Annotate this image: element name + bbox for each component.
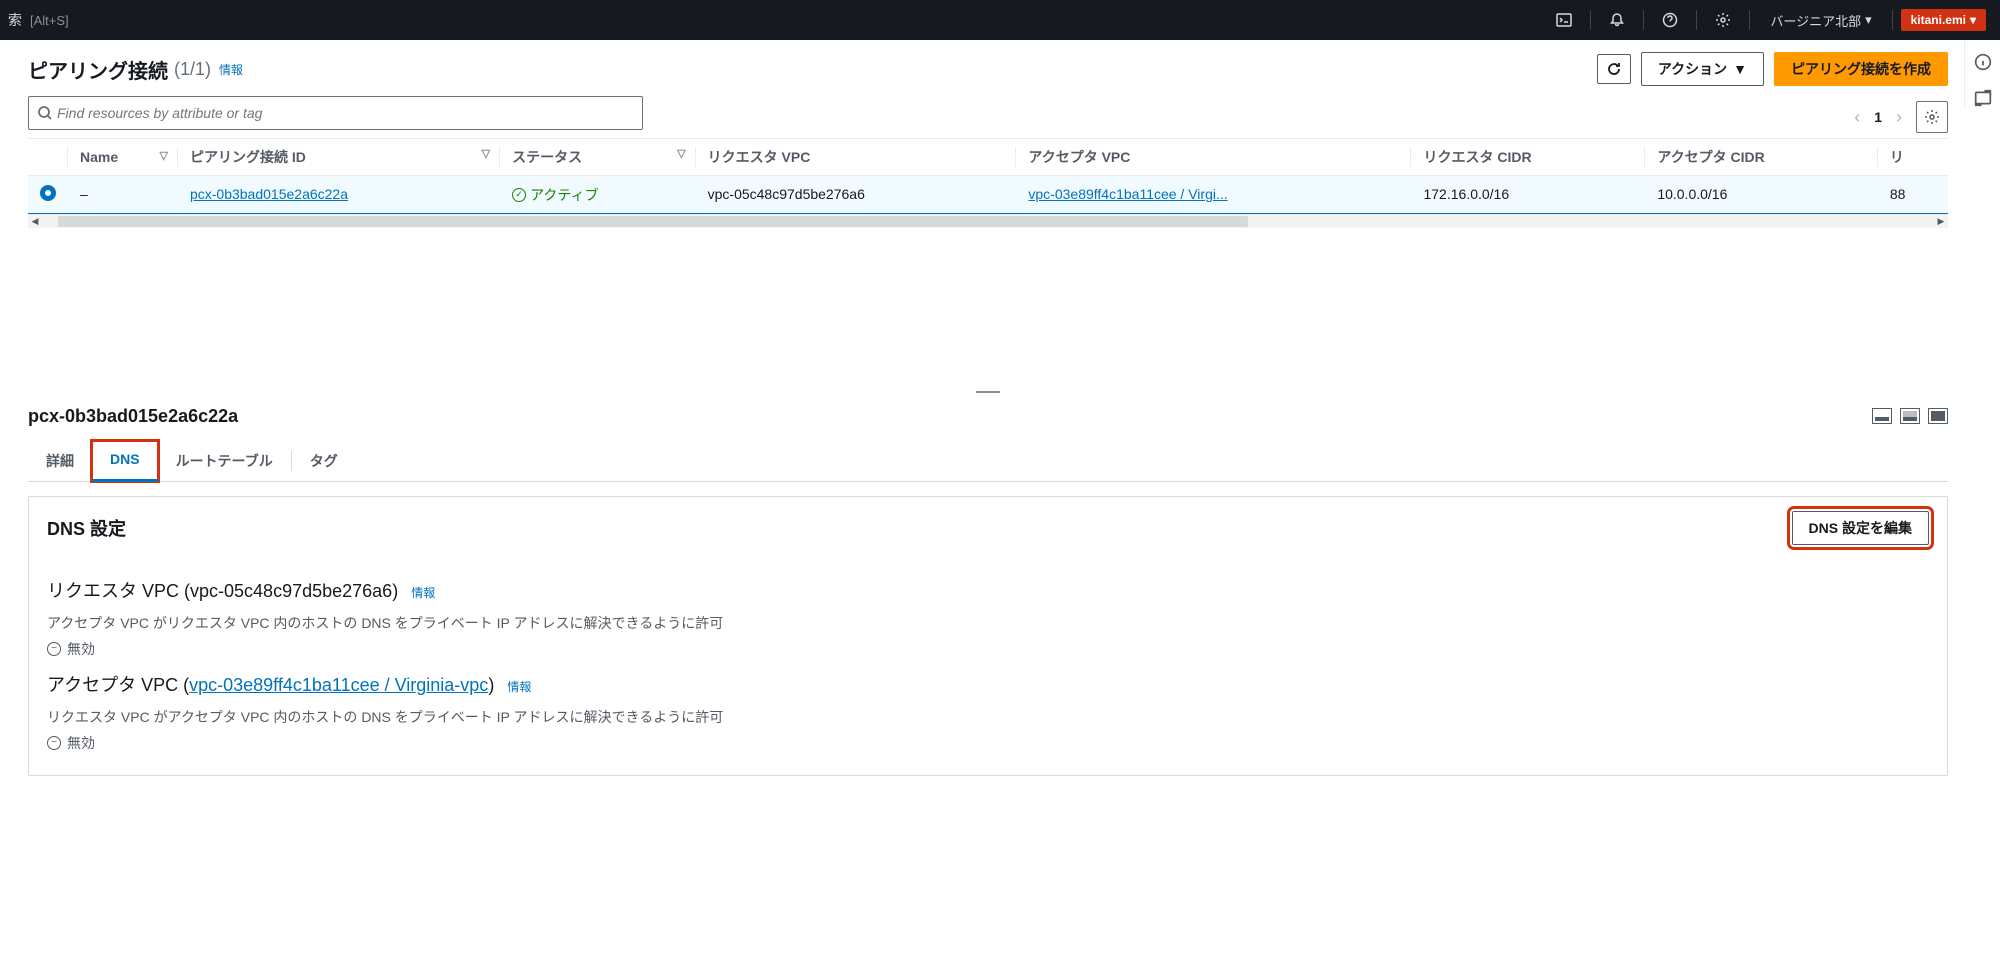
view-split-bottom[interactable] xyxy=(1872,408,1892,424)
chevron-down-icon: ▼ xyxy=(1733,61,1747,77)
tab-route-table[interactable]: ルートテーブル xyxy=(158,441,291,481)
cell-accepter-cidr: 10.0.0.0/16 xyxy=(1645,176,1878,214)
global-search[interactable]: 索 [Alt+S] xyxy=(8,10,69,30)
info-link[interactable]: 情報 xyxy=(507,680,531,694)
detail-header: pcx-0b3bad015e2a6c22a xyxy=(28,396,1948,437)
accepter-disabled: − 無効 xyxy=(47,733,1929,753)
page-prev[interactable]: ‹ xyxy=(1854,107,1860,128)
right-rail xyxy=(1964,40,2000,108)
requester-desc: アクセプタ VPC がリクエスタ VPC 内のホストの DNS をプライベート … xyxy=(47,613,1929,633)
col-name[interactable]: Name▽ xyxy=(68,139,178,176)
cell-name: – xyxy=(68,176,178,214)
search-input[interactable] xyxy=(53,101,634,125)
horizontal-scrollbar[interactable]: ◀ ▶ xyxy=(28,214,1948,228)
col-requester-cidr[interactable]: リクエスタ CIDR xyxy=(1411,139,1645,176)
tab-dns[interactable]: DNS xyxy=(92,441,158,481)
panel-splitter[interactable] xyxy=(28,388,1948,396)
accepter-desc: リクエスタ VPC がアクセプタ VPC 内のホストの DNS をプライベート … xyxy=(47,707,1929,727)
detail-title: pcx-0b3bad015e2a6c22a xyxy=(28,406,238,427)
expand-icon[interactable] xyxy=(1973,88,1993,108)
scroll-right-icon[interactable]: ▶ xyxy=(1934,215,1948,229)
page-count: (1/1) xyxy=(174,59,211,80)
splitter-handle-icon xyxy=(976,391,1000,393)
info-link[interactable]: 情報 xyxy=(219,61,243,78)
col-last[interactable]: リ xyxy=(1878,139,1948,176)
gear-icon xyxy=(1924,109,1940,125)
accepter-vpc-heading: アクセプタ VPC (vpc-03e89ff4c1ba11cee / Virgi… xyxy=(47,671,1929,697)
page-next[interactable]: › xyxy=(1896,107,1902,128)
tab-details[interactable]: 詳細 xyxy=(28,441,92,481)
pagination: ‹ 1 › xyxy=(1854,101,1948,133)
col-accepter-cidr[interactable]: アクセプタ CIDR xyxy=(1645,139,1878,176)
region-selector[interactable]: バージニア北部 ▾ xyxy=(1758,11,1883,30)
actions-button[interactable]: アクション ▼ xyxy=(1641,52,1764,86)
search-icon xyxy=(37,105,53,121)
page-number: 1 xyxy=(1874,109,1882,125)
requester-disabled: − 無効 xyxy=(47,639,1929,659)
col-status[interactable]: ステータス▽ xyxy=(500,139,696,176)
cell-last: 88 xyxy=(1878,176,1948,214)
table-row[interactable]: – pcx-0b3bad015e2a6c22a ✓ アクティブ vpc-05c4… xyxy=(28,176,1948,214)
user-name: kitani.emi xyxy=(1911,13,1966,27)
dns-panel: DNS 設定 DNS 設定を編集 リクエスタ VPC (vpc-05c48c97… xyxy=(28,496,1948,776)
create-peering-button[interactable]: ピアリング接続を作成 xyxy=(1774,52,1948,86)
info-link[interactable]: 情報 xyxy=(411,586,435,600)
info-icon[interactable] xyxy=(1973,52,1993,72)
detail-tabs: 詳細 DNS ルートテーブル タグ xyxy=(28,441,1948,482)
notifications-icon[interactable] xyxy=(1599,2,1635,38)
col-accepter-vpc[interactable]: アクセプタ VPC xyxy=(1016,139,1411,176)
minus-circle-icon: − xyxy=(47,736,61,750)
cell-requester-cidr: 172.16.0.0/16 xyxy=(1411,176,1645,214)
resource-search[interactable] xyxy=(28,96,643,130)
col-peer-id[interactable]: ピアリング接続 ID▽ xyxy=(178,139,500,176)
refresh-button[interactable] xyxy=(1597,54,1631,84)
settings-icon[interactable] xyxy=(1705,2,1741,38)
cloudshell-icon[interactable] xyxy=(1546,2,1582,38)
search-text-fragment: 索 xyxy=(8,10,22,30)
edit-dns-button[interactable]: DNS 設定を編集 xyxy=(1792,511,1929,545)
top-nav: 索 [Alt+S] バージニア北部 ▾ kitani.emi ▾ xyxy=(0,0,2000,40)
view-controls xyxy=(1872,408,1948,424)
cell-peer-id-link[interactable]: pcx-0b3bad015e2a6c22a xyxy=(190,186,348,202)
cell-requester-vpc: vpc-05c48c97d5be276a6 xyxy=(696,176,1017,214)
minus-circle-icon: − xyxy=(47,642,61,656)
actions-label: アクション xyxy=(1658,59,1727,79)
user-menu[interactable]: kitani.emi ▾ xyxy=(1901,9,1986,31)
help-icon[interactable] xyxy=(1652,2,1688,38)
col-requester-vpc[interactable]: リクエスタ VPC xyxy=(696,139,1017,176)
check-circle-icon: ✓ xyxy=(512,188,526,202)
peering-table: Name▽ ピアリング接続 ID▽ ステータス▽ リクエスタ VPC アクセプタ… xyxy=(28,138,1948,228)
col-select xyxy=(28,139,68,176)
table-settings-button[interactable] xyxy=(1916,101,1948,133)
view-full[interactable] xyxy=(1928,408,1948,424)
region-label: バージニア北部 xyxy=(1770,11,1861,30)
accepter-vpc-link[interactable]: vpc-03e89ff4c1ba11cee / Virginia-vpc xyxy=(189,675,488,695)
dns-panel-title: DNS 設定 xyxy=(47,515,126,541)
page-title: ピアリング接続 xyxy=(28,55,168,84)
requester-vpc-heading: リクエスタ VPC (vpc-05c48c97d5be276a6) 情報 xyxy=(47,577,1929,603)
view-split-half[interactable] xyxy=(1900,408,1920,424)
chevron-down-icon: ▾ xyxy=(1865,12,1872,28)
page-header: ピアリング接続 (1/1) 情報 アクション ▼ ピアリング接続を作成 xyxy=(28,52,1948,86)
chevron-down-icon: ▾ xyxy=(1970,13,1976,27)
create-label: ピアリング接続を作成 xyxy=(1791,59,1931,79)
cell-status: ✓ アクティブ xyxy=(512,185,598,205)
scroll-thumb[interactable] xyxy=(58,216,1248,227)
search-shortcut-hint: [Alt+S] xyxy=(30,13,69,28)
row-radio[interactable] xyxy=(40,185,56,201)
cell-accepter-vpc-link[interactable]: vpc-03e89ff4c1ba11cee / Virgi... xyxy=(1028,186,1227,202)
tab-tags[interactable]: タグ xyxy=(292,441,356,481)
scroll-left-icon[interactable]: ◀ xyxy=(28,215,42,229)
